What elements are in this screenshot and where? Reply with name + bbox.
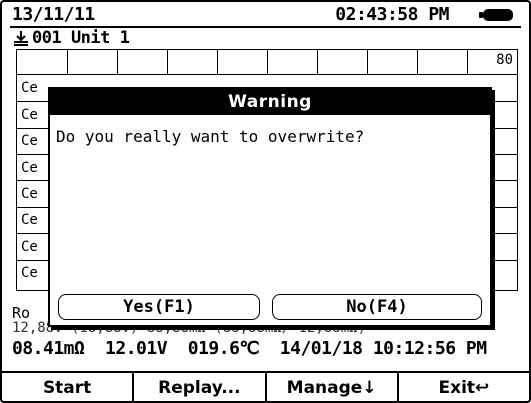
exit-button[interactable]: Exit↩: [399, 373, 529, 401]
yes-button[interactable]: Yes(F1): [58, 294, 260, 320]
status-date: 13/11/11: [12, 4, 95, 25]
no-button[interactable]: No(F4): [272, 294, 482, 320]
battery-full-icon: [479, 9, 513, 21]
row-label: Ce: [21, 160, 38, 176]
row-label: Ce: [21, 133, 38, 149]
data-logger-icon: [14, 31, 28, 46]
row-label: Ce: [21, 265, 38, 281]
start-button[interactable]: Start: [2, 373, 135, 401]
row-label: Ce: [21, 212, 38, 228]
row-label: Ce: [21, 239, 38, 255]
column-header-80: 80: [496, 52, 513, 68]
dialog-title: Warning: [50, 89, 490, 115]
unit-label: 001 Unit 1: [32, 28, 130, 48]
dialog-message: Do you really want to overwrite?: [56, 127, 365, 146]
live-readings: 08.41mΩ 12.01V 019.6℃ 14/01/18 10:12:56 …: [12, 338, 487, 359]
row-label: Ce: [21, 186, 38, 202]
unit-header: 001 Unit 1: [12, 28, 130, 48]
row-label: Ce: [21, 80, 38, 96]
warning-dialog: Warning Do you really want to overwrite?…: [48, 87, 492, 327]
status-bar: 13/11/11 02:43:58 PM: [2, 2, 529, 28]
replay-button[interactable]: Replay...: [134, 373, 267, 401]
manage-button[interactable]: Manage↓: [267, 373, 399, 401]
function-key-bar: Start Replay... Manage↓ Exit↩: [2, 371, 529, 401]
row-label: Ce: [21, 107, 38, 123]
status-time: 02:43:58 PM: [335, 4, 449, 25]
device-screen: 13/11/11 02:43:58 PM 001 Unit 1 80 Ce Ce…: [0, 0, 531, 403]
